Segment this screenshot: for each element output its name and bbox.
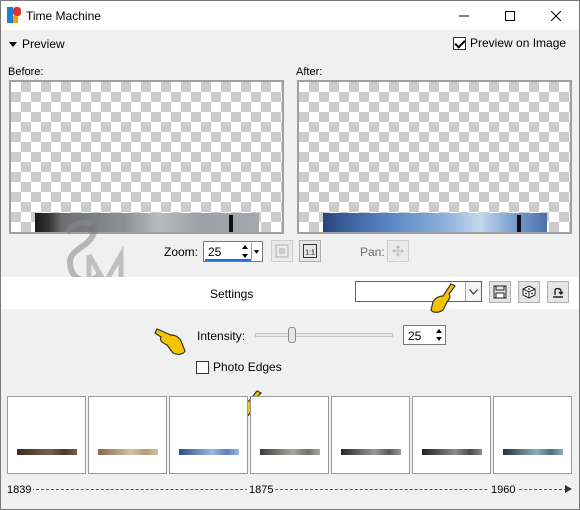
zoom-fit-icon xyxy=(275,244,289,258)
zoom-spinner[interactable] xyxy=(240,243,250,260)
preset-strip xyxy=(341,449,401,455)
preset-strip xyxy=(503,449,563,455)
preview-label: Preview xyxy=(22,37,65,51)
timeline-label-start: 1839 xyxy=(5,484,34,496)
title-bar: Time Machine xyxy=(1,1,579,30)
intensity-value: 25 xyxy=(408,329,422,343)
zoom-focus-indicator xyxy=(205,259,251,261)
intensity-slider-thumb[interactable] xyxy=(288,327,296,343)
zoom-dropdown-icon[interactable] xyxy=(251,243,261,260)
move-icon xyxy=(392,245,404,257)
chevron-down-icon[interactable] xyxy=(465,282,481,301)
intensity-spinner[interactable] xyxy=(434,327,444,343)
preset-gallery xyxy=(7,396,574,474)
svg-text:1:1: 1:1 xyxy=(305,250,315,257)
pointing-hand-icon xyxy=(430,283,456,313)
save-icon xyxy=(493,285,507,299)
intensity-slider-track[interactable] xyxy=(255,333,393,337)
maximize-icon xyxy=(505,10,515,21)
zoom-value: 25 xyxy=(208,245,222,259)
zoom-label: Zoom: xyxy=(164,245,199,259)
preview-bar: Preview Preview on Image xyxy=(1,30,579,57)
pointing-hand-icon xyxy=(154,328,186,355)
timeline-arrow-icon xyxy=(565,485,572,493)
actual-size-button[interactable]: 1:1 xyxy=(299,240,321,262)
randomize-button[interactable] xyxy=(518,281,540,303)
minimize-button[interactable] xyxy=(441,1,487,30)
before-preview[interactable] xyxy=(9,80,284,234)
photo-edges-checkbox[interactable] xyxy=(196,360,209,374)
preset-strip xyxy=(179,449,239,455)
preset-strip xyxy=(98,449,158,455)
timeline-line xyxy=(31,489,567,490)
timeline-label-end: 1960 xyxy=(489,484,518,496)
after-preview[interactable] xyxy=(297,80,572,234)
preset-thumbnail[interactable] xyxy=(7,396,86,474)
preset-thumbnail[interactable] xyxy=(412,396,491,474)
preview-on-image-option[interactable]: Preview on Image xyxy=(453,36,566,50)
intensity-input[interactable]: 25 xyxy=(403,325,446,345)
settings-dropdown[interactable] xyxy=(355,281,482,302)
photo-edges-label: Photo Edges xyxy=(213,360,282,374)
reset-icon xyxy=(553,287,564,298)
collapse-triangle-icon xyxy=(9,41,17,47)
timeline: 1839 1875 1960 xyxy=(1,479,579,499)
preview-toggle[interactable]: Preview xyxy=(9,37,65,51)
zoom-fit-button[interactable] xyxy=(271,240,293,262)
app-icon xyxy=(7,7,21,23)
preview-on-image-label: Preview on Image xyxy=(470,36,567,50)
minimize-icon xyxy=(459,15,469,16)
preset-strip xyxy=(422,449,482,455)
preset-thumbnail[interactable] xyxy=(331,396,410,474)
settings-label: Settings xyxy=(210,287,254,301)
preset-thumbnail[interactable] xyxy=(169,396,248,474)
reset-button[interactable] xyxy=(547,281,569,303)
before-label: Before: xyxy=(8,66,44,78)
preset-strip xyxy=(260,449,320,455)
preset-thumbnail[interactable] xyxy=(250,396,329,474)
pan-label: Pan: xyxy=(360,245,385,259)
maximize-button[interactable] xyxy=(487,1,533,30)
save-settings-button[interactable] xyxy=(489,281,511,303)
actual-size-icon: 1:1 xyxy=(303,244,317,258)
close-icon xyxy=(551,10,561,21)
close-button[interactable] xyxy=(533,1,579,30)
time-machine-dialog: Time Machine Preview Preview on Image Be… xyxy=(0,0,580,510)
timeline-label-mid: 1875 xyxy=(247,484,276,496)
intensity-label: Intensity: xyxy=(197,329,246,343)
preset-thumbnail[interactable] xyxy=(493,396,572,474)
photo-edges-option[interactable]: Photo Edges xyxy=(196,360,282,374)
pan-button[interactable] xyxy=(387,240,409,262)
preview-on-image-checkbox[interactable] xyxy=(453,36,466,50)
preset-thumbnail[interactable] xyxy=(88,396,167,474)
window-title: Time Machine xyxy=(26,9,101,23)
preset-strip xyxy=(17,449,77,455)
after-label: After: xyxy=(296,66,323,78)
after-image-strip xyxy=(323,213,547,232)
dice-icon xyxy=(522,285,536,299)
